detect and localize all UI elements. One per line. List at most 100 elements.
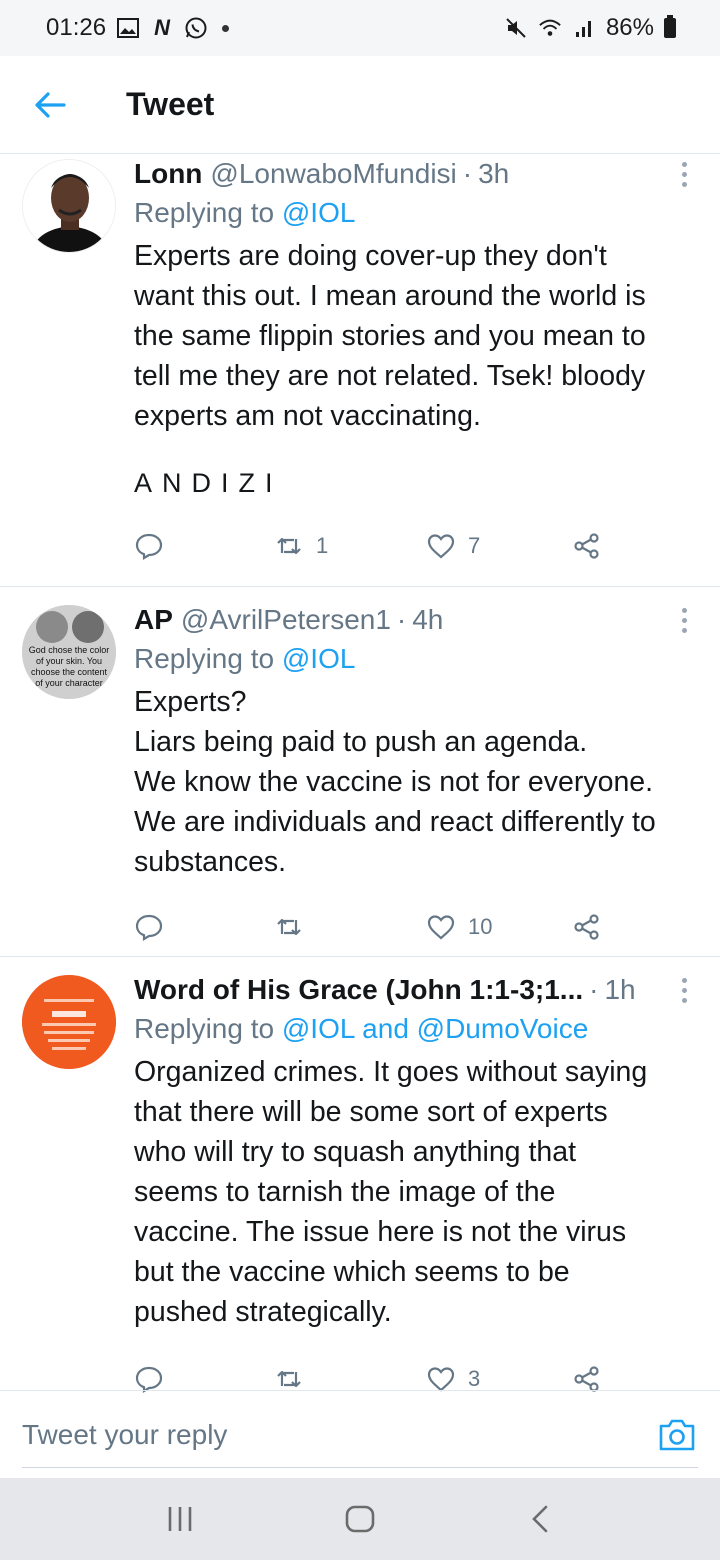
svg-text:of your skin. You: of your skin. You [36, 656, 102, 666]
n-icon: N [154, 15, 170, 40]
tweet-header: AP @AvrilPetersen1 · 4h [134, 601, 700, 639]
replying-to-label: Replying to [134, 643, 282, 674]
page-title: Tweet [126, 86, 215, 122]
tweet-signature: ANDIZI [134, 468, 283, 498]
tweet-actions: 1 7 [134, 521, 700, 571]
mention-link[interactable]: @IOL [282, 197, 356, 228]
like-count: 3 [468, 1366, 481, 1391]
notification-dot [222, 24, 230, 32]
recent-apps-button[interactable] [140, 1489, 220, 1549]
tweet-text: Experts? Liars being paid to push an age… [134, 686, 656, 878]
clock: 01:26 [46, 14, 107, 41]
tweet-time: 1h [604, 974, 636, 1005]
replying-to: Replying to @IOL [134, 639, 700, 679]
tweet-header: Lonn @LonwaboMfundisi · 3h [134, 155, 700, 193]
reply-composer [0, 1390, 720, 1478]
mention-link[interactable]: @IOL and @DumoVoice [282, 1013, 588, 1044]
user-handle[interactable]: @LonwaboMfundisi [210, 155, 456, 193]
wifi-icon [538, 16, 562, 40]
camera-button[interactable] [656, 1414, 698, 1456]
more-icon-dot [681, 181, 687, 187]
signal-icon [572, 16, 596, 40]
tweet-time: 3h [478, 158, 510, 189]
tweet-actions: 10 [134, 902, 700, 952]
app-header: Tweet [0, 56, 720, 154]
separator-dot: · [396, 604, 407, 635]
more-icon-dot [681, 617, 687, 623]
battery-icon [664, 15, 676, 38]
display-name[interactable]: AP [134, 601, 173, 639]
home-icon [345, 1505, 375, 1533]
more-icon-dot [681, 977, 687, 983]
tweet-time: 4h [412, 604, 444, 635]
more-icon-dot [681, 607, 687, 613]
tweet[interactable]: God chose the color of your skin. You ch… [0, 587, 720, 957]
svg-text:choose the content: choose the content [31, 667, 108, 677]
share-button[interactable] [572, 912, 602, 942]
input-underline [22, 1467, 698, 1468]
heart-icon [427, 915, 455, 940]
more-icon-dot [681, 627, 687, 633]
reply-button[interactable] [134, 912, 164, 942]
reply-icon [135, 914, 163, 941]
status-bar: 01:26 N 86% [0, 0, 720, 56]
more-options-button[interactable] [674, 603, 694, 637]
share-icon [574, 914, 599, 940]
more-icon-dot [681, 171, 687, 177]
mention-link[interactable]: @IOL [282, 643, 356, 674]
more-icon-dot [681, 161, 687, 167]
display-name[interactable]: Word of His Grace (John 1:1-3;1... [134, 971, 583, 1009]
home-button[interactable] [320, 1489, 400, 1549]
more-options-button[interactable] [674, 973, 694, 1007]
more-options-button[interactable] [674, 157, 694, 191]
replying-to: Replying to @IOL [134, 193, 700, 233]
gallery-icon [116, 16, 140, 40]
tweet-header: Word of His Grace (John 1:1-3;1... · 1h [134, 971, 664, 1009]
more-icon-dot [681, 997, 687, 1003]
avatar[interactable] [22, 159, 116, 253]
tweet[interactable]: Lonn @LonwaboMfundisi · 3h Replying to @… [0, 155, 720, 587]
like-count: 10 [468, 914, 493, 939]
replying-to-label: Replying to [134, 1013, 282, 1044]
heart-icon [427, 534, 455, 559]
share-button[interactable] [572, 531, 602, 561]
tweet[interactable]: Word of His Grace (John 1:1-3;1... · 1h … [0, 957, 720, 1393]
share-icon [574, 533, 599, 559]
camera-icon [659, 1419, 695, 1450]
retweet-button[interactable]: 1 [274, 531, 328, 561]
retweet-icon [277, 537, 301, 555]
reply-icon [135, 533, 163, 560]
mute-icon [504, 16, 528, 40]
back-arrow-icon [35, 91, 66, 118]
display-name[interactable]: Lonn [134, 155, 202, 193]
reply-button[interactable] [134, 531, 164, 561]
svg-text:God chose the color: God chose the color [29, 645, 110, 655]
whatsapp-icon [184, 16, 208, 40]
replying-to-label: Replying to [134, 197, 282, 228]
retweet-icon [277, 918, 301, 936]
status-bar-left: 01:26 N [46, 14, 230, 42]
retweet-button[interactable] [274, 912, 316, 942]
retweet-count: 1 [316, 533, 329, 558]
tweet-text: Experts are doing cover-up they don't wa… [134, 240, 646, 432]
more-icon-dot [681, 987, 687, 993]
system-back-button[interactable] [500, 1489, 580, 1549]
like-count: 7 [468, 533, 481, 558]
like-button[interactable]: 10 [426, 912, 492, 942]
status-bar-right: 86% [504, 14, 676, 42]
like-button[interactable]: 7 [426, 531, 480, 561]
tweet-feed: Lonn @LonwaboMfundisi · 3h Replying to @… [0, 155, 720, 1393]
separator-dot: · [462, 158, 473, 189]
recent-apps-icon [168, 1507, 192, 1531]
user-handle[interactable]: @AvrilPetersen1 [181, 601, 391, 639]
svg-text:of your character: of your character [35, 678, 103, 688]
separator-dot: · [589, 974, 599, 1005]
reply-input[interactable] [22, 1418, 656, 1451]
battery-percent: 86% [605, 14, 654, 41]
chevron-left-icon [532, 1505, 548, 1533]
replying-to: Replying to @IOL and @DumoVoice [134, 1009, 700, 1049]
avatar[interactable] [22, 975, 116, 1069]
system-nav-bar [0, 1478, 720, 1560]
back-button[interactable] [20, 75, 80, 135]
avatar[interactable]: God chose the color of your skin. You ch… [22, 605, 116, 699]
